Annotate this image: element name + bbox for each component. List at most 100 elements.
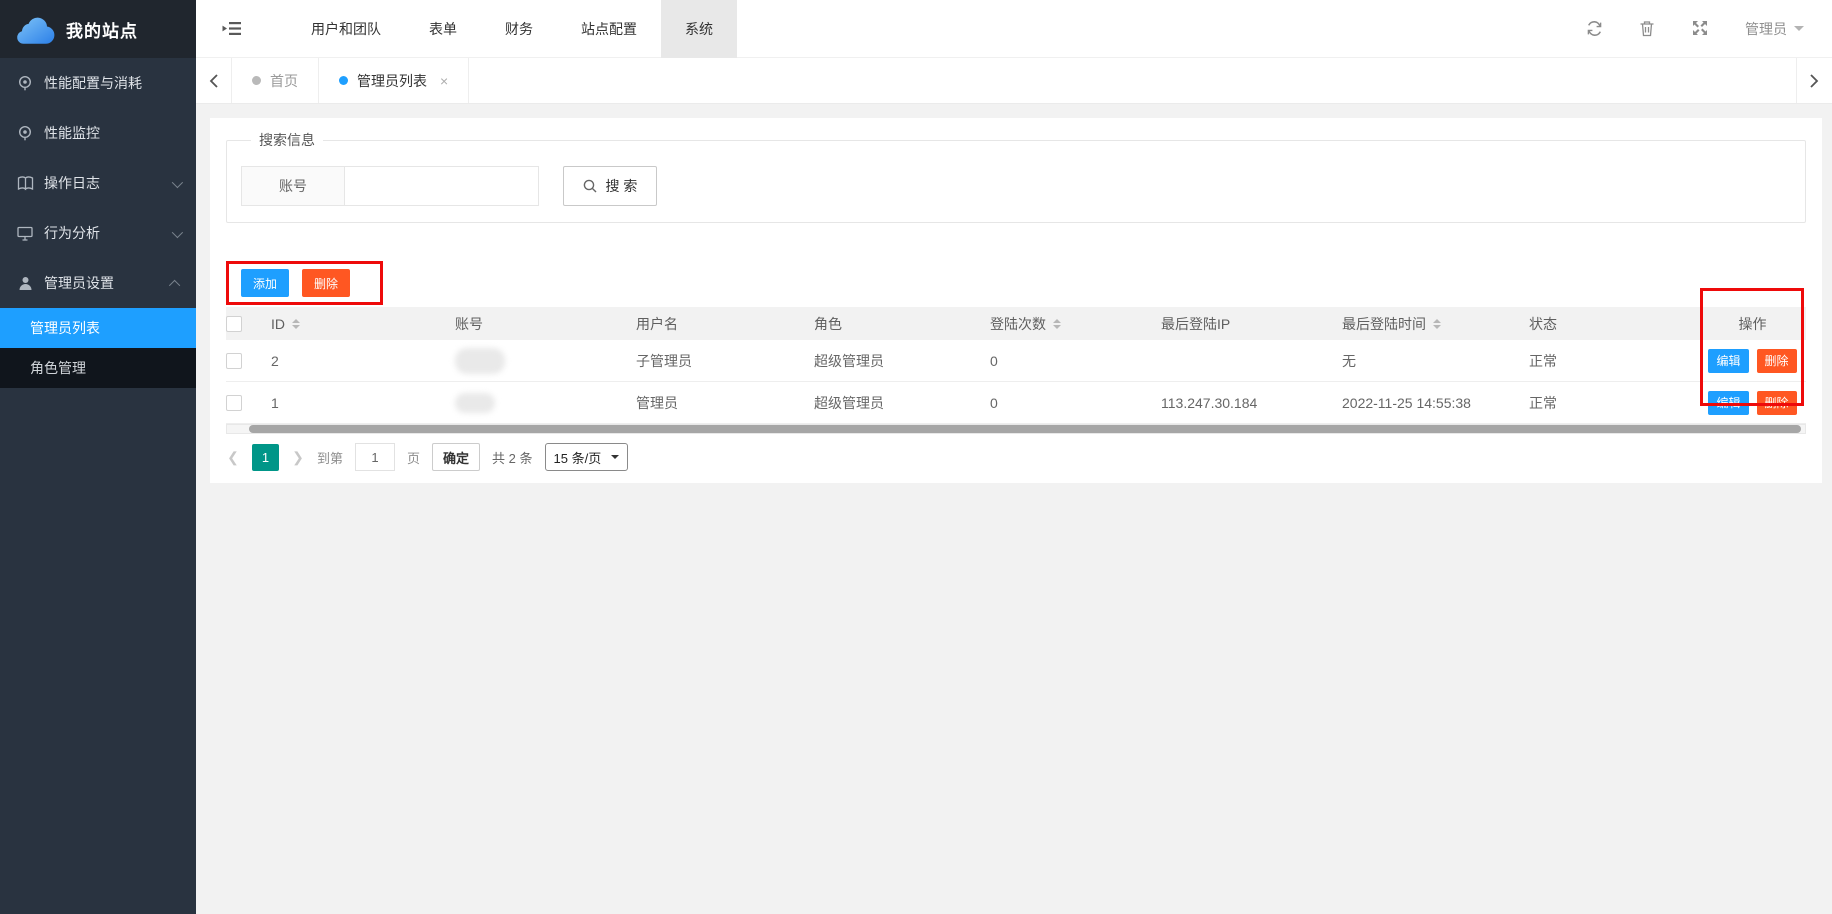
search-icon [583, 179, 597, 193]
tab-home[interactable]: 首页 [232, 58, 319, 103]
sidebar-item-performance-config[interactable]: 性能配置与消耗 [0, 58, 196, 108]
cell-id: 2 [271, 353, 279, 369]
admin-list-panel: 搜索信息 账号 搜 索 添加 删除 ID 账号 用户名 角色 [210, 118, 1822, 483]
topnav-item-forms[interactable]: 表单 [405, 0, 481, 58]
horizontal-scrollbar[interactable] [226, 424, 1806, 434]
fullscreen-icon[interactable] [1692, 20, 1709, 37]
column-header-id: ID [271, 316, 285, 332]
column-header-last-time: 最后登陆时间 [1342, 314, 1426, 334]
column-header-account: 账号 [455, 314, 483, 334]
cell-username: 管理员 [636, 393, 678, 413]
user-name: 管理员 [1745, 19, 1787, 39]
sort-icon[interactable] [292, 319, 300, 329]
toolbar-annotation-box: 添加 删除 [226, 261, 383, 305]
scrollbar-thumb[interactable] [249, 425, 1801, 433]
search-button[interactable]: 搜 索 [563, 166, 657, 206]
chevron-down-icon [172, 225, 180, 241]
sidebar-item-admin-settings[interactable]: 管理员设置 [0, 258, 196, 308]
monitor-icon [16, 224, 34, 242]
caret-down-icon [1794, 26, 1804, 36]
edit-button[interactable]: 编辑 [1708, 349, 1748, 373]
column-header-username: 用户名 [636, 314, 678, 334]
sidebar-subitem-role-management[interactable]: 角色管理 [0, 348, 196, 388]
caret-down-icon [611, 455, 619, 463]
sidebar-item-performance-monitor[interactable]: 性能监控 [0, 108, 196, 158]
table-header-row: ID 账号 用户名 角色 登陆次数 最后登陆IP 最后登陆时间 状态 操作 [226, 307, 1806, 340]
cell-username: 子管理员 [636, 351, 692, 371]
close-icon[interactable]: × [440, 73, 448, 89]
sort-icon[interactable] [1053, 319, 1061, 329]
delete-row-button[interactable]: 删除 [1757, 349, 1797, 373]
select-all-checkbox[interactable] [226, 316, 242, 332]
page-size-select[interactable]: 15 条/页 [545, 443, 629, 471]
user-dropdown[interactable]: 管理员 [1745, 19, 1804, 39]
add-button[interactable]: 添加 [241, 269, 289, 297]
column-header-actions: 操作 [1739, 314, 1767, 334]
header-actions: 管理员 [1586, 19, 1804, 39]
cell-role: 超级管理员 [814, 393, 884, 413]
chevron-right-icon[interactable]: ❯ [291, 449, 305, 466]
tabs-scroll-left-button[interactable] [196, 58, 232, 103]
collapse-sidebar-icon[interactable] [222, 21, 241, 36]
search-panel: 搜索信息 账号 搜 索 [226, 130, 1806, 223]
delete-row-button[interactable]: 删除 [1757, 391, 1797, 415]
broadcast-icon [16, 74, 34, 92]
chevron-down-icon [172, 175, 180, 191]
cloud-logo-icon [14, 14, 56, 44]
topnav-item-users-teams[interactable]: 用户和团队 [287, 0, 405, 58]
cell-status: 正常 [1529, 351, 1557, 371]
topnav-item-system[interactable]: 系统 [661, 0, 737, 58]
search-button-label: 搜 索 [606, 176, 638, 196]
account-input[interactable] [345, 166, 539, 206]
sidebar-item-label: 性能配置与消耗 [44, 73, 142, 93]
sidebar-item-label: 操作日志 [44, 173, 100, 193]
tab-label: 首页 [270, 71, 298, 91]
row-checkbox[interactable] [226, 353, 242, 369]
page-unit-label: 页 [407, 448, 420, 467]
table-row: 1 管理员 超级管理员 0 113.247.30.184 2022-11-25 … [226, 382, 1806, 424]
cell-last-time: 2022-11-25 14:55:38 [1342, 395, 1471, 411]
cell-login-count: 0 [990, 353, 998, 369]
sidebar-item-operation-logs[interactable]: 操作日志 [0, 158, 196, 208]
edit-button[interactable]: 编辑 [1708, 391, 1748, 415]
cell-last-ip: 113.247.30.184 [1161, 395, 1257, 411]
tab-status-dot [339, 76, 348, 85]
tab-admin-list[interactable]: 管理员列表 × [319, 58, 469, 103]
delete-button[interactable]: 删除 [302, 269, 350, 297]
tabs-scroll-right-button[interactable] [1796, 58, 1832, 103]
goto-page-input[interactable] [355, 443, 395, 471]
top-nav: 用户和团队 表单 财务 站点配置 系统 [287, 0, 737, 58]
cell-role: 超级管理员 [814, 351, 884, 371]
account-redacted-blur [455, 393, 495, 413]
page-1-button[interactable]: 1 [252, 444, 279, 471]
tab-bar: 首页 管理员列表 × [196, 58, 1832, 104]
site-title: 我的站点 [66, 17, 138, 42]
column-header-status: 状态 [1529, 314, 1557, 334]
sidebar-subitem-admin-list[interactable]: 管理员列表 [0, 308, 196, 348]
chevron-left-icon[interactable]: ❮ [226, 449, 240, 466]
refresh-icon[interactable] [1586, 20, 1603, 37]
topnav-item-finance[interactable]: 财务 [481, 0, 557, 58]
top-header: 用户和团队 表单 财务 站点配置 系统 管理员 [196, 0, 1832, 58]
sidebar-item-behavior-analysis[interactable]: 行为分析 [0, 208, 196, 258]
pagination: ❮ 1 ❯ 到第 页 确定 共 2 条 15 条/页 [226, 443, 1806, 471]
total-count-label: 共 2 条 [492, 448, 532, 467]
topnav-item-site-config[interactable]: 站点配置 [557, 0, 661, 58]
broadcast-icon [16, 124, 34, 142]
account-field-label: 账号 [241, 166, 345, 206]
account-redacted-blur [455, 348, 505, 374]
cell-status: 正常 [1529, 393, 1557, 413]
sidebar-subitem-label: 角色管理 [30, 358, 86, 378]
confirm-button[interactable]: 确定 [432, 443, 480, 471]
trash-icon[interactable] [1639, 20, 1656, 37]
page-size-value: 15 条/页 [554, 448, 602, 467]
cell-last-time: 无 [1342, 351, 1356, 371]
cell-id: 1 [271, 395, 279, 411]
logo: 我的站点 [0, 0, 196, 58]
user-icon [16, 274, 34, 292]
tab-label: 管理员列表 [357, 71, 427, 91]
row-checkbox[interactable] [226, 395, 242, 411]
tab-status-dot [252, 76, 261, 85]
column-header-login-count: 登陆次数 [990, 314, 1046, 334]
sort-icon[interactable] [1433, 319, 1441, 329]
